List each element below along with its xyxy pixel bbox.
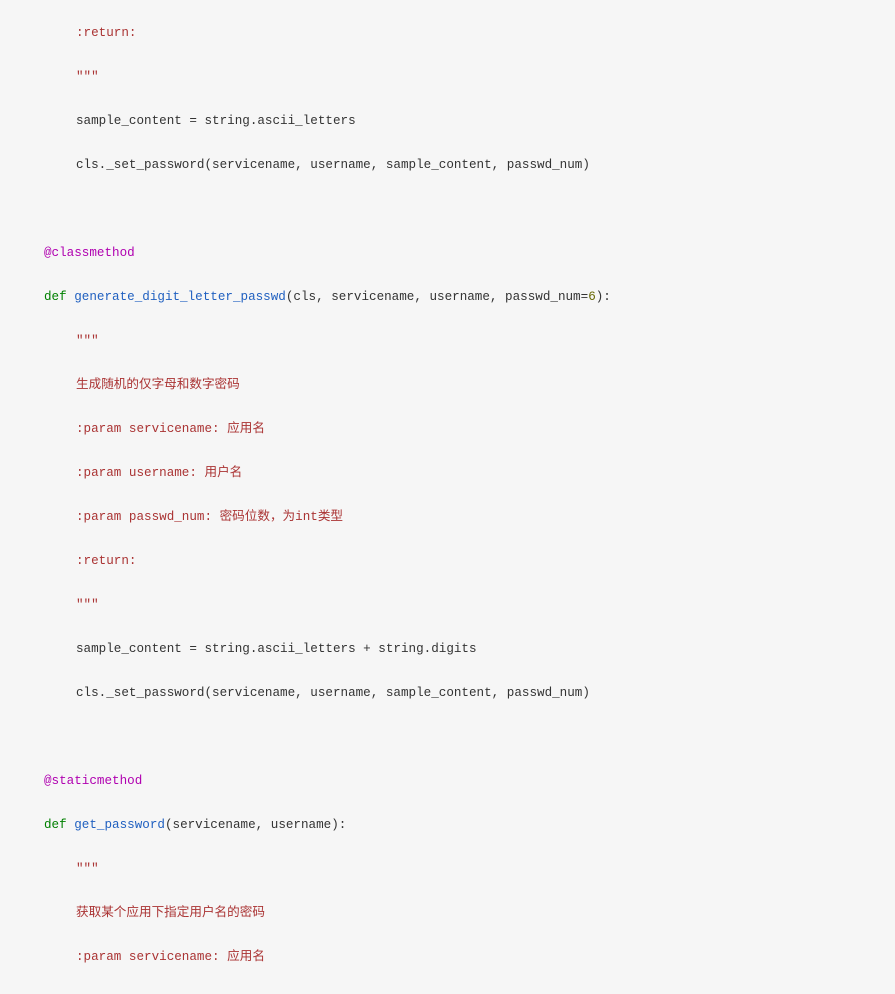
code-text: sample_content = string.ascii_letters: [12, 110, 356, 132]
code-decorator: @staticmethod: [12, 770, 142, 792]
code-text: sample_content = string.ascii_letters + …: [12, 638, 477, 660]
code-keyword: def: [44, 290, 67, 304]
code-def-line: def get_password(servicename, username):: [12, 814, 346, 836]
code-text: :return:: [12, 22, 136, 44]
code-funcname: generate_digit_letter_passwd: [74, 290, 286, 304]
code-def-line: def generate_digit_letter_passwd(cls, se…: [12, 286, 611, 308]
code-number: 6: [588, 290, 596, 304]
code-text: 生成随机的仅字母和数字密码: [12, 374, 240, 396]
code-text: """: [12, 330, 99, 352]
code-funcname: get_password: [74, 818, 165, 832]
code-text: 获取某个应用下指定用户名的密码: [12, 902, 265, 924]
code-decorator: @classmethod: [12, 242, 135, 264]
code-text: (cls, servicename, username, passwd_num=: [286, 290, 588, 304]
code-text: """: [12, 594, 99, 616]
code-text: cls._set_password(servicename, username,…: [12, 154, 590, 176]
code-block: :return: """ sample_content = string.asc…: [0, 0, 895, 994]
code-text: :return:: [12, 550, 136, 572]
code-keyword: def: [44, 818, 67, 832]
code-text: :param servicename: 应用名: [12, 418, 265, 440]
code-text: :param passwd_num: 密码位数，为int类型: [12, 506, 343, 528]
code-text: ):: [596, 290, 611, 304]
code-text: :param username: 用户名: [12, 462, 242, 484]
code-text: """: [12, 66, 99, 88]
code-text: """: [12, 858, 99, 880]
code-text: cls._set_password(servicename, username,…: [12, 682, 590, 704]
code-text: (servicename, username):: [165, 818, 346, 832]
code-text: :param servicename: 应用名: [12, 946, 265, 968]
